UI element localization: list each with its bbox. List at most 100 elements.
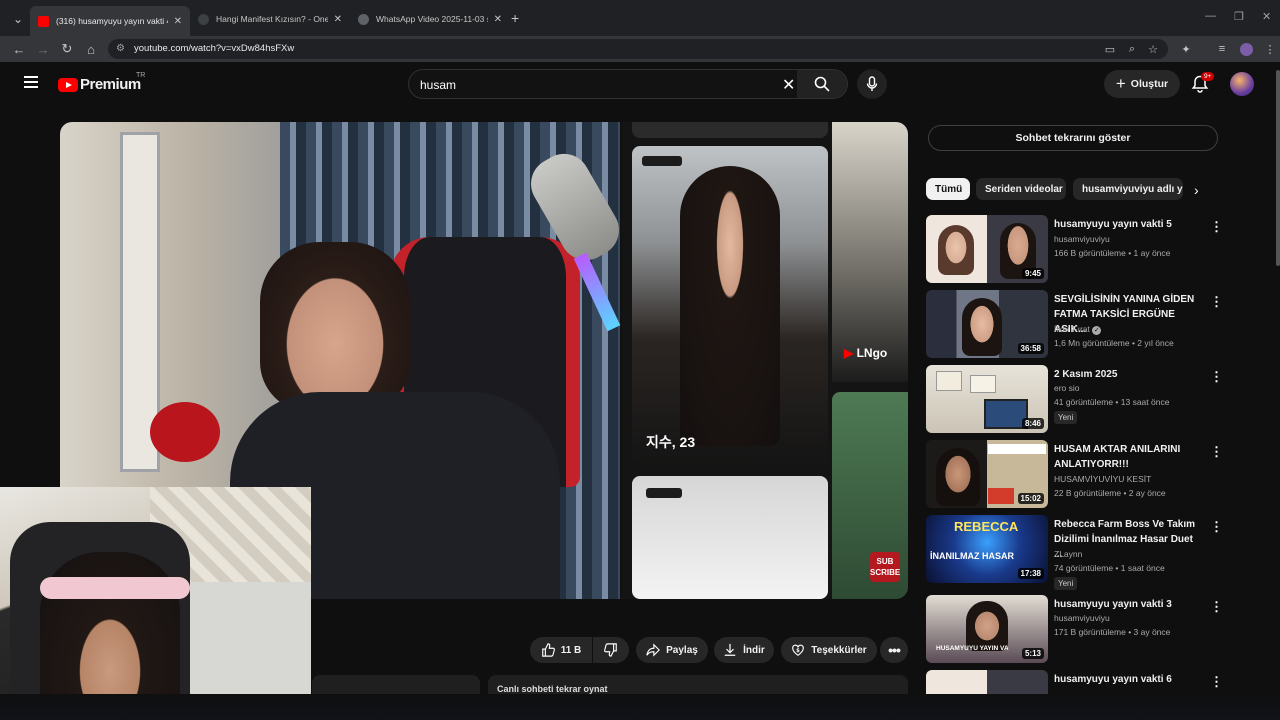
channel-name[interactable]: ZLaynn: [1054, 549, 1082, 559]
thumb-person: [936, 448, 980, 506]
close-tab-icon[interactable]: ✕: [174, 16, 182, 27]
video-portrait-person: [680, 166, 780, 446]
close-tab-icon[interactable]: ✕: [494, 14, 502, 25]
voice-search-button[interactable]: [857, 69, 887, 99]
profile-avatar-icon[interactable]: [1238, 41, 1254, 57]
minimize-icon[interactable]: —: [1205, 10, 1216, 22]
recommendation-item[interactable]: 36:58 SEVGİLİSİNİN YANINA GİDEN FATMA TA…: [926, 290, 1226, 358]
chip-all[interactable]: Tümü: [926, 178, 970, 200]
close-window-icon[interactable]: ✕: [1262, 10, 1271, 23]
more-actions-button[interactable]: •••: [880, 637, 908, 663]
account-avatar[interactable]: [1230, 72, 1254, 96]
video-lngo-text: LNgo: [856, 346, 888, 360]
tab-onedio[interactable]: Hangi Manifest Kızısın? - Onedi ✕: [190, 8, 350, 30]
video-title[interactable]: HUSAM AKTAR ANILARINI ANLATIYORR!!!: [1054, 442, 1204, 472]
video-portrait-tag: [642, 156, 682, 166]
media-control-icon[interactable]: ≡: [1214, 41, 1230, 57]
video-korean-caption: 지수, 23: [646, 434, 696, 450]
like-button[interactable]: 11 B: [530, 637, 592, 663]
video-rose: [150, 402, 220, 462]
share-button[interactable]: Paylaş: [636, 637, 708, 663]
chip-series[interactable]: Seriden videolar: [976, 178, 1066, 200]
video-thumbnail[interactable]: 15:02: [926, 440, 1048, 508]
search-input[interactable]: husam: [420, 78, 456, 92]
close-tab-icon[interactable]: ✕: [334, 14, 342, 25]
thumb-person: [966, 601, 1008, 651]
tab-whatsapp-video[interactable]: WhatsApp Video 2025-11-03 s ✕: [350, 8, 510, 30]
restore-icon[interactable]: ❐: [1234, 10, 1244, 23]
extensions-icon[interactable]: ✦: [1178, 41, 1194, 57]
recommendation-item[interactable]: REBECCA İNANILMAZ HASAR 17:38 Rebecca Fa…: [926, 515, 1226, 590]
show-chat-replay-button[interactable]: Sohbet tekrarını göster: [928, 125, 1218, 151]
youtube-premium-logo[interactable]: Premium TR: [58, 72, 145, 93]
forward-icon[interactable]: →: [34, 40, 52, 58]
chevron-right-icon[interactable]: ›: [1194, 182, 1199, 198]
video-thumbnail[interactable]: 8:46: [926, 365, 1048, 433]
video-thumbnail[interactable]: 9:45: [926, 215, 1048, 283]
search-button[interactable]: [797, 70, 847, 98]
new-tab-icon[interactable]: +: [511, 10, 519, 26]
video-person-head: [260, 242, 410, 412]
channel-name[interactable]: HUSAMVİYUVİYU KESİT: [1054, 474, 1151, 484]
more-horizontal-icon: •••: [888, 642, 901, 658]
browser-menu-icon[interactable]: ⋮: [1262, 41, 1278, 57]
recommendation-item[interactable]: 9:45 husamyuyu yayın vakti 5 husamviyuvi…: [926, 215, 1226, 283]
more-vertical-icon[interactable]: ⋮: [1210, 674, 1223, 690]
cast-icon[interactable]: ▭: [1102, 41, 1118, 57]
zoom-icon[interactable]: ⌕: [1124, 41, 1140, 57]
back-icon[interactable]: ←: [10, 40, 28, 58]
channel-name[interactable]: ero sio: [1054, 383, 1080, 393]
microphone-icon: [866, 76, 878, 91]
download-icon: [724, 643, 736, 656]
video-title[interactable]: husamyuyu yayın vakti 6: [1054, 672, 1204, 687]
thanks-button[interactable]: $ Teşekkürler: [781, 637, 877, 663]
channel-name[interactable]: İlker Fırat ✓: [1054, 324, 1102, 335]
home-icon[interactable]: ⌂: [82, 40, 100, 58]
search-box[interactable]: husam ✕: [408, 69, 848, 99]
thumb-person-left: [938, 225, 974, 275]
recommendation-item[interactable]: 8:46 2 Kasım 2025 ero sio 41 görüntüleme…: [926, 365, 1226, 433]
clear-search-icon[interactable]: ✕: [782, 75, 795, 95]
new-badge: Yeni: [1054, 411, 1078, 424]
menu-icon[interactable]: [24, 76, 38, 88]
video-title[interactable]: husamyuyu yayın vakti 3: [1054, 597, 1204, 612]
more-vertical-icon[interactable]: ⋮: [1210, 369, 1223, 385]
create-button[interactable]: + Oluştur: [1104, 70, 1180, 98]
more-vertical-icon[interactable]: ⋮: [1210, 444, 1223, 460]
svg-text:$: $: [796, 648, 800, 654]
more-vertical-icon[interactable]: ⋮: [1210, 219, 1223, 235]
video-duration: 5:13: [1021, 648, 1044, 659]
webcam-overlay: [0, 487, 311, 720]
video-duration: 9:45: [1021, 268, 1044, 279]
video-thumbnail[interactable]: REBECCA İNANILMAZ HASAR 17:38: [926, 515, 1048, 583]
recommendation-item[interactable]: husamyuyu yayın vakti 6 ⋮: [926, 670, 1226, 694]
chip-channel[interactable]: husamviyuviyu adlı yük: [1073, 178, 1183, 200]
download-button[interactable]: İndir: [714, 637, 774, 663]
video-title[interactable]: 2 Kasım 2025: [1054, 367, 1204, 382]
recommendation-item[interactable]: 15:02 HUSAM AKTAR ANILARINI ANLATIYORR!!…: [926, 440, 1226, 508]
more-vertical-icon[interactable]: ⋮: [1210, 294, 1223, 310]
bookmark-star-icon[interactable]: ☆: [1145, 41, 1161, 57]
video-meta: 1,6 Mn görüntüleme • 2 yıl önce: [1054, 338, 1174, 348]
video-thumbnail[interactable]: HUSAMYUYU YAYIN VA 5:13: [926, 595, 1048, 663]
like-count: 11 B: [560, 644, 582, 656]
reload-icon[interactable]: ↻: [58, 40, 76, 58]
dislike-button[interactable]: [593, 637, 629, 663]
address-bar[interactable]: ⚙ youtube.com/watch?v=vxDw84hsFXw: [108, 39, 1168, 59]
video-thumbnail[interactable]: 36:58: [926, 290, 1048, 358]
youtube-play-icon: [58, 77, 78, 92]
page-scrollbar[interactable]: [1276, 70, 1280, 266]
tab-search-icon[interactable]: ⌄: [8, 9, 28, 29]
subscribe-badge: SUB SCRIBE: [870, 552, 900, 582]
url-text: youtube.com/watch?v=vxDw84hsFXw: [134, 43, 295, 54]
recommendation-item[interactable]: HUSAMYUYU YAYIN VA 5:13 husamyuyu yayın …: [926, 595, 1226, 663]
site-info-icon[interactable]: ⚙: [116, 43, 125, 54]
channel-name[interactable]: husamviyuviyu: [1054, 234, 1110, 244]
video-title[interactable]: husamyuyu yayın vakti 5: [1054, 217, 1204, 232]
channel-name[interactable]: husamviyuviyu: [1054, 613, 1110, 623]
video-thumbnail[interactable]: [926, 670, 1048, 694]
tab-youtube[interactable]: (316) husamyuyu yayın vakti 4 ✕: [30, 6, 190, 36]
more-vertical-icon[interactable]: ⋮: [1210, 519, 1223, 535]
notification-count-badge: 9+: [1201, 72, 1215, 81]
more-vertical-icon[interactable]: ⋮: [1210, 599, 1223, 615]
